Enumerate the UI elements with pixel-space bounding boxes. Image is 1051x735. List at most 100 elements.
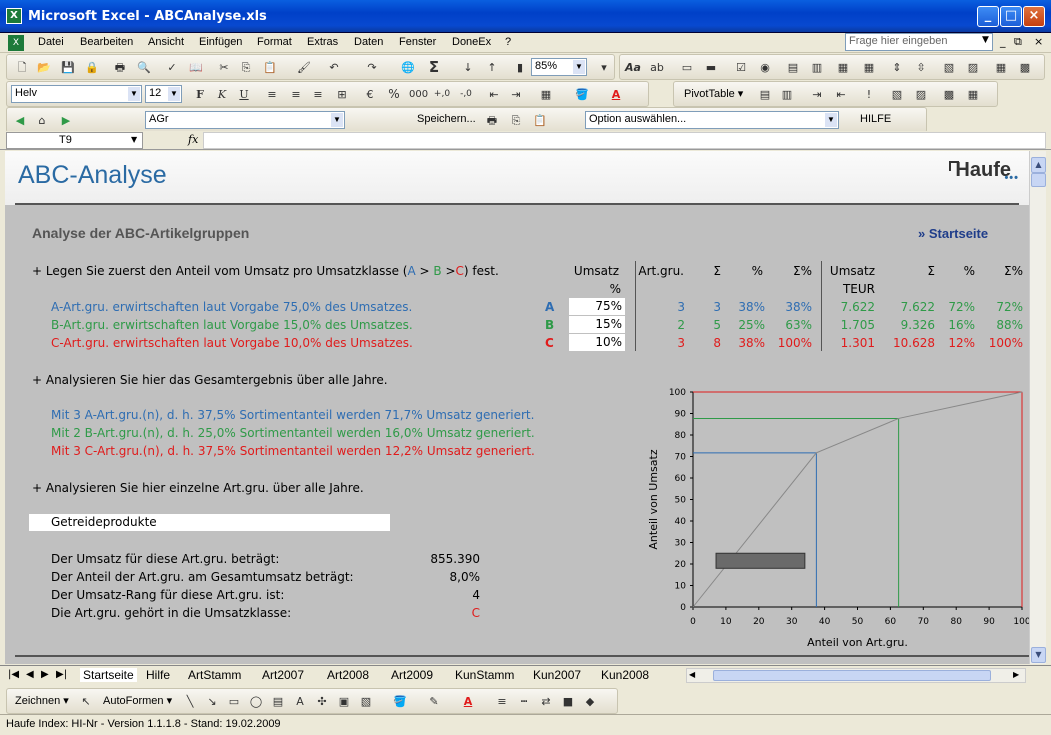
scroll-up-icon[interactable]: ▲ (1031, 157, 1046, 173)
scroll-down-icon[interactable]: ▼ (1031, 647, 1046, 663)
3d-icon[interactable]: ◆ (581, 693, 599, 710)
scroll-right-icon[interactable]: ▶ (1013, 670, 1019, 679)
font-size-select[interactable]: 12 ▼ (145, 85, 182, 103)
doc-minimize-icon[interactable]: _ (1000, 35, 1006, 48)
increase-decimal-icon[interactable]: +,0 (433, 86, 451, 103)
paste-icon-2[interactable]: 📋 (531, 112, 549, 129)
print-preview-icon[interactable]: 🔍 (135, 59, 153, 76)
formula-input[interactable] (203, 132, 1046, 149)
doc-close-icon[interactable]: × (1034, 35, 1043, 48)
align-left-icon[interactable]: ≡ (263, 86, 281, 103)
font-color-icon[interactable]: A (607, 86, 625, 103)
font-color-draw-icon[interactable]: A (459, 693, 477, 710)
tab-art2008[interactable]: Art2008 (327, 668, 369, 682)
menu-daten[interactable]: Daten (354, 36, 383, 48)
checkbox-icon[interactable]: ☑ (732, 59, 750, 76)
groupbox-icon[interactable]: ▭ (678, 59, 696, 76)
function-icon[interactable]: fx (188, 133, 198, 146)
option-select[interactable]: Option auswählen... ▼ (585, 111, 839, 129)
close-button[interactable]: × (1023, 6, 1045, 27)
oval-icon[interactable]: ◯ (247, 693, 265, 710)
abc-chart[interactable]: 0 10 20 30 40 50 60 70 80 90 100 0 10 20 30 40 50 60 70 80 9… (639, 379, 1029, 659)
pivot-table-icon[interactable]: ▨ (912, 86, 930, 103)
form-label-icon[interactable]: ab (648, 59, 666, 76)
permission-icon[interactable]: 🔒 (83, 59, 101, 76)
open-icon[interactable]: 📂 (35, 59, 53, 76)
spin-icon[interactable]: ⇕ (888, 59, 906, 76)
size-dropdown-icon[interactable]: ▼ (168, 87, 180, 101)
font-select[interactable]: Helv ▼ (11, 85, 142, 103)
textbox-icon[interactable]: ▤ (269, 693, 287, 710)
help-button[interactable]: HILFE (860, 113, 891, 125)
pivot-exclaim-icon[interactable]: ! (860, 86, 878, 103)
menu-einfuegen[interactable]: Einfügen (199, 36, 242, 48)
protect-icon[interactable]: ▧ (940, 59, 958, 76)
properties-icon[interactable]: ⇳ (912, 59, 930, 76)
clipart-icon[interactable]: ▣ (335, 693, 353, 710)
sort-descending-icon[interactable]: ↑ (483, 59, 501, 76)
print-icon[interactable]: 🖶 (111, 59, 129, 76)
grid-icon[interactable]: ▦ (992, 59, 1010, 76)
tab-hilfe[interactable]: Hilfe (146, 668, 170, 682)
align-center-icon[interactable]: ≡ (287, 86, 305, 103)
vertical-scrollbar[interactable]: ▲ ▼ (1029, 151, 1046, 664)
format-painter-icon[interactable]: 🖌 (295, 59, 313, 76)
arrow-style-icon[interactable]: ⇄ (537, 693, 555, 710)
spinner-icon[interactable]: ▦ (860, 59, 878, 76)
bold-icon[interactable]: F (191, 86, 209, 103)
pivottable-menu[interactable]: PivotTable ▾ (684, 87, 743, 100)
fill-color-draw-icon[interactable]: 🪣 (391, 693, 409, 710)
group-select[interactable]: Getreideprodukte (29, 514, 390, 531)
code-icon[interactable]: ▨ (964, 59, 982, 76)
option-dropdown-icon[interactable]: ▼ (825, 113, 837, 127)
menu-doneex[interactable]: DoneEx (452, 36, 491, 48)
tab-art2009[interactable]: Art2009 (391, 668, 433, 682)
menu-format[interactable]: Format (257, 36, 292, 48)
thousands-icon[interactable]: 000 (409, 86, 428, 103)
line-color-icon[interactable]: ✎ (425, 693, 443, 710)
save-button[interactable]: Speichern... (417, 113, 476, 125)
tab-artstamm[interactable]: ArtStamm (188, 668, 241, 682)
dash-style-icon[interactable]: ┅ (515, 693, 533, 710)
tab-kun2008[interactable]: Kun2008 (601, 668, 649, 682)
hscroll-thumb[interactable] (713, 670, 991, 681)
menu-bearbeiten[interactable]: Bearbeiten (80, 36, 133, 48)
menu-help[interactable]: ? (505, 36, 511, 48)
doc-restore-icon[interactable]: ⧉ (1014, 35, 1022, 49)
menu-ansicht[interactable]: Ansicht (148, 36, 184, 48)
menu-fenster[interactable]: Fenster (399, 36, 436, 48)
rectangle-icon[interactable]: ▭ (225, 693, 243, 710)
line-icon[interactable]: ╲ (181, 693, 199, 710)
copy-icon-2[interactable]: ⎘ (507, 112, 525, 129)
tab-next-icon[interactable]: ▶ (41, 669, 49, 680)
scrollbar-control-icon[interactable]: ▦ (834, 59, 852, 76)
save-icon[interactable]: 💾 (59, 59, 77, 76)
combobox-icon[interactable]: ▥ (808, 59, 826, 76)
picture-icon[interactable]: ▧ (357, 693, 375, 710)
autoshapes-menu[interactable]: AutoFormen ▾ (103, 694, 172, 707)
pivot-hide-icon[interactable]: ⇥ (808, 86, 826, 103)
pivot-list-icon[interactable]: ▩ (940, 86, 958, 103)
hyperlink-icon[interactable]: 🌐 (399, 59, 417, 76)
underline-icon[interactable]: U (235, 86, 253, 103)
currency-icon[interactable]: € (361, 86, 379, 103)
pivot-field-icon[interactable]: ▧ (888, 86, 906, 103)
draw-menu[interactable]: Zeichnen ▾ (15, 694, 69, 707)
italic-icon[interactable]: K (213, 86, 231, 103)
paste-icon[interactable]: 📋 (261, 59, 279, 76)
row-b-input[interactable]: 15% (569, 316, 625, 333)
text-style-icon[interactable]: Aa (624, 59, 642, 76)
option-button-icon[interactable]: ◉ (756, 59, 774, 76)
print-icon-2[interactable]: 🖶 (483, 112, 501, 129)
diagram-icon[interactable]: ✣ (313, 693, 331, 710)
tab-kun2007[interactable]: Kun2007 (533, 668, 581, 682)
select-objects-icon[interactable]: ↖ (77, 693, 95, 710)
zoom-dropdown-icon[interactable]: ▼ (573, 60, 585, 74)
design-icon[interactable]: ▩ (1016, 59, 1034, 76)
scroll-thumb[interactable] (1031, 173, 1046, 187)
menu-datei[interactable]: Datei (38, 36, 64, 48)
name-box[interactable]: T9 (6, 132, 143, 149)
listbox-icon[interactable]: ▤ (784, 59, 802, 76)
namebox-dropdown-icon[interactable]: ▼ (131, 135, 137, 144)
sheet-dropdown-icon[interactable]: ▼ (331, 113, 343, 127)
